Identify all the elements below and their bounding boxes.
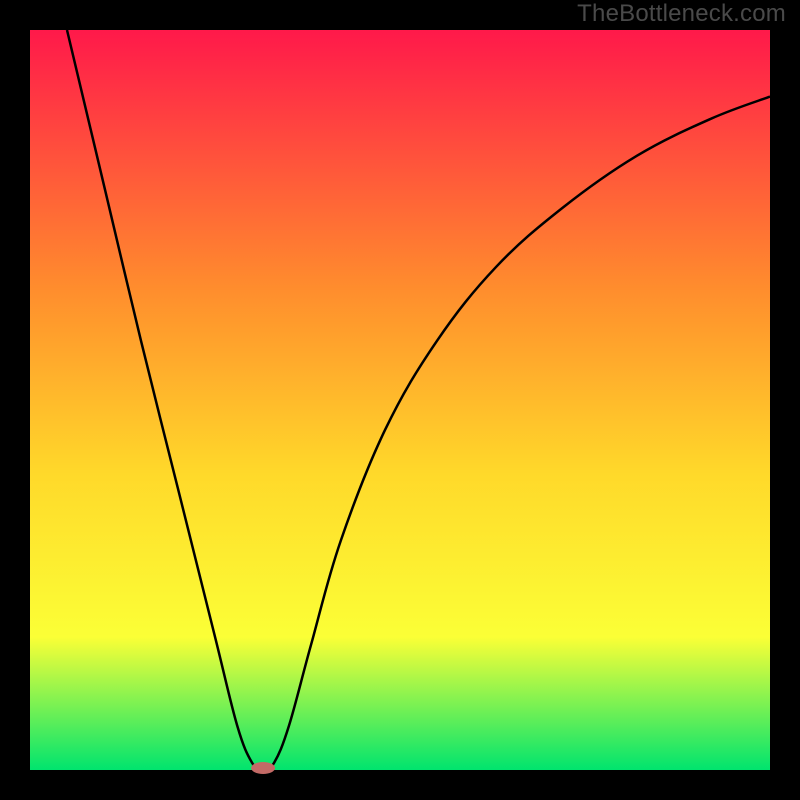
min-point-marker (251, 762, 275, 774)
watermark-text: TheBottleneck.com (577, 0, 786, 28)
bottleneck-chart (0, 0, 800, 800)
chart-frame: TheBottleneck.com (0, 0, 800, 800)
